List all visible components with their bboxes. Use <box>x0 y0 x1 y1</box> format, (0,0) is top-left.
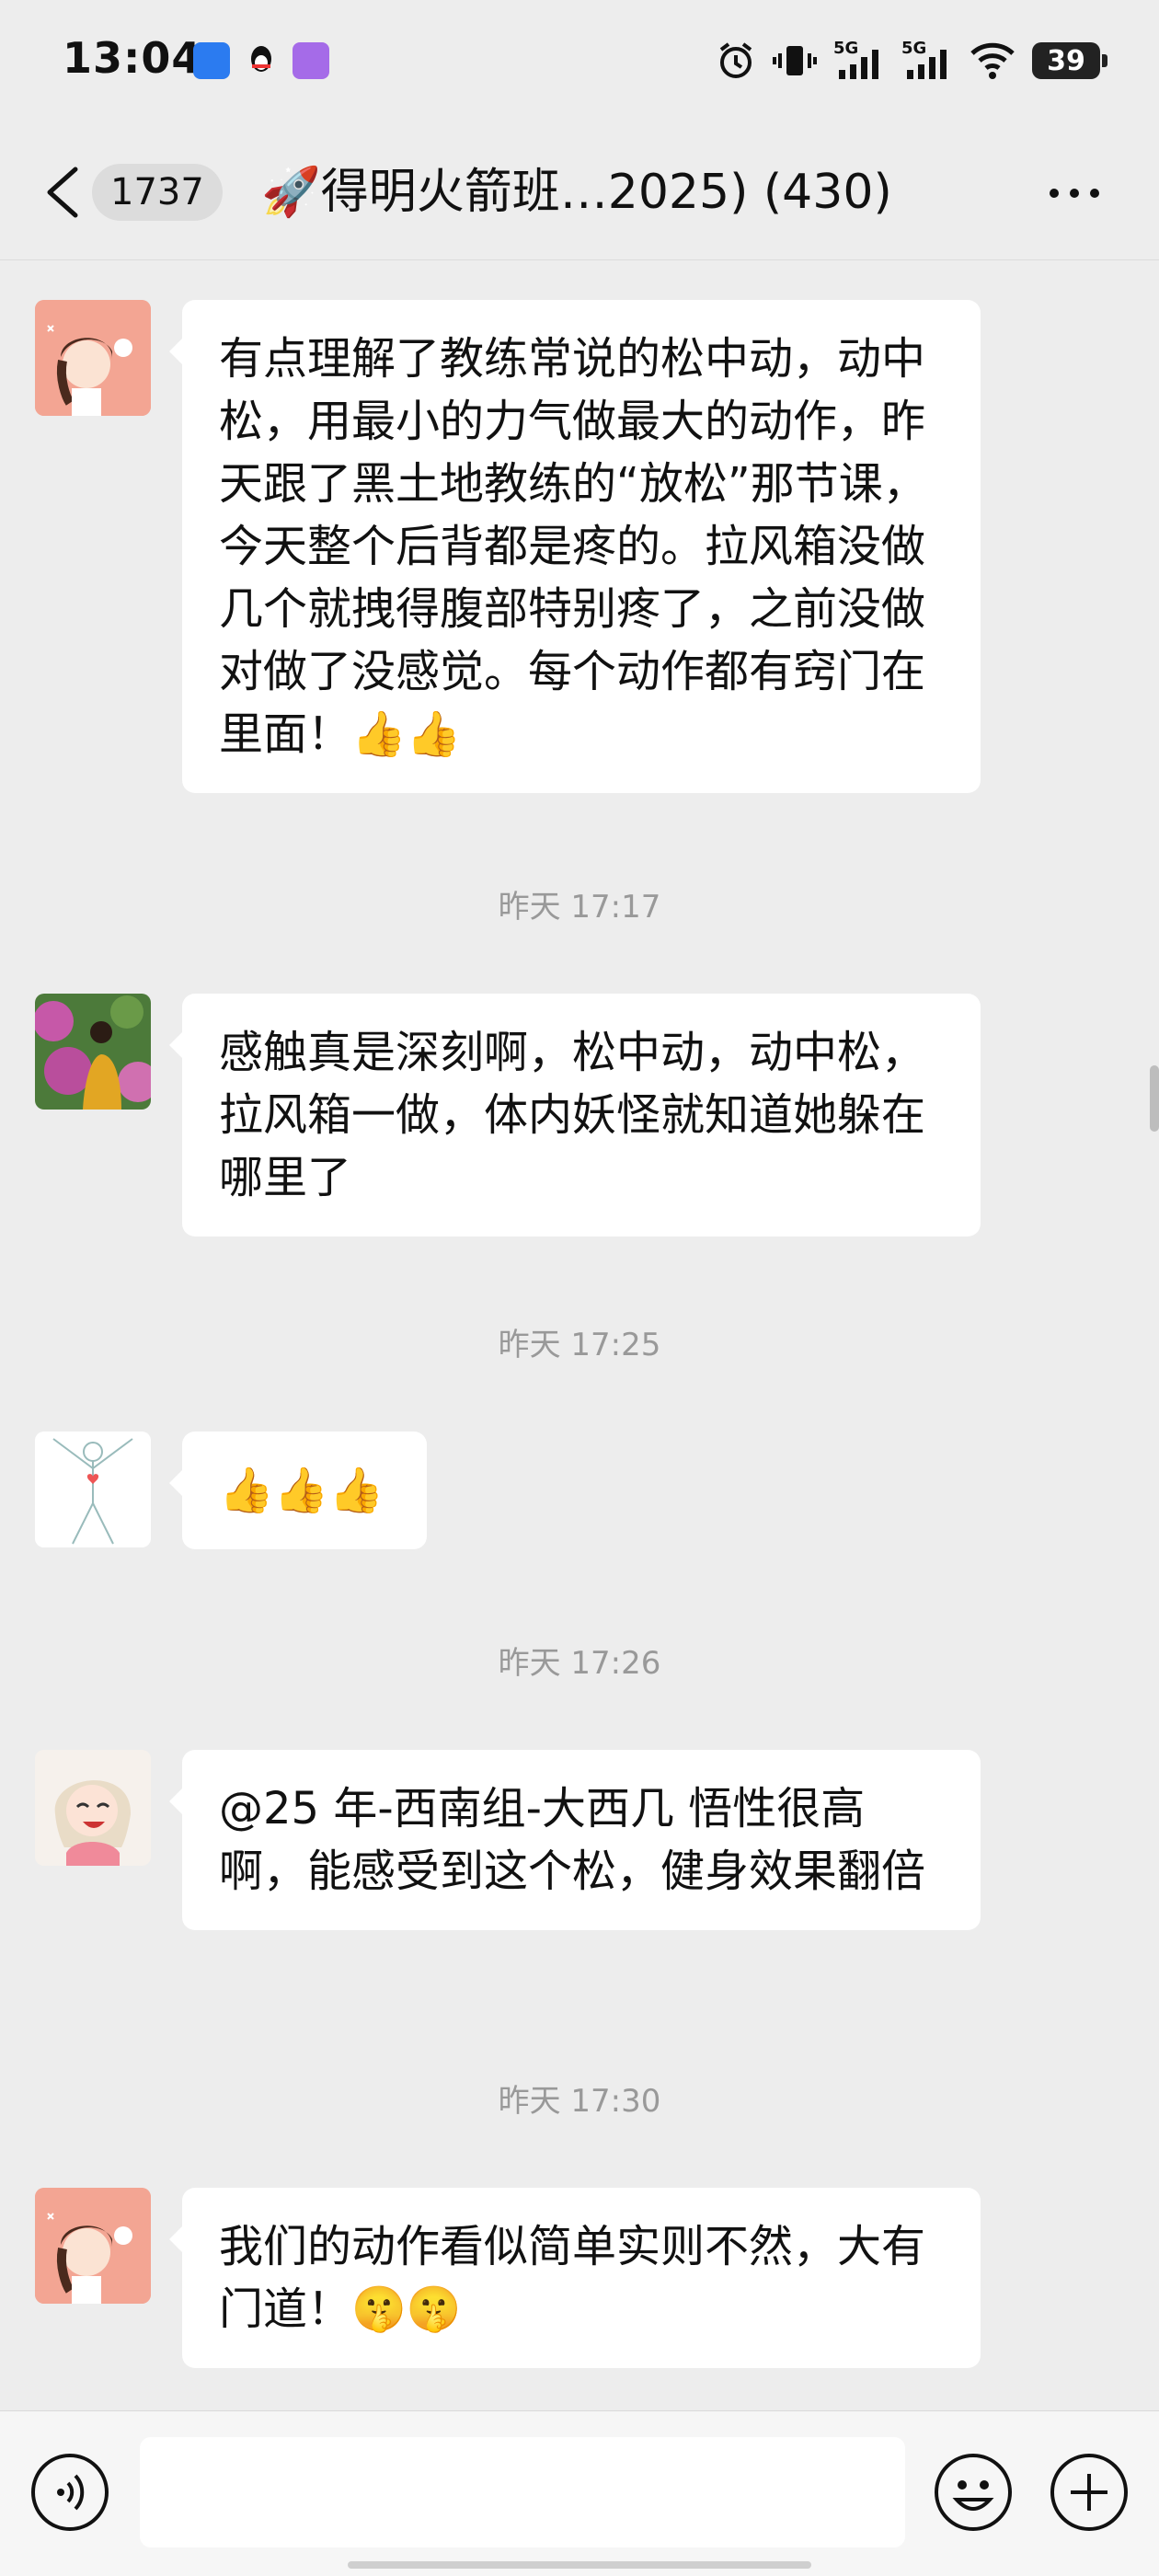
message-app-icon <box>193 42 230 79</box>
message-bubble[interactable]: 感触真是深刻啊，松中动，动中松，拉风箱一做，体内妖怪就知道她躲在哪里了 <box>169 994 981 1236</box>
battery-indicator: 39 <box>1032 42 1107 79</box>
avatar[interactable] <box>35 2188 151 2304</box>
sketch-avatar <box>35 1432 151 1547</box>
avatar[interactable] <box>35 994 151 1110</box>
signal-icon <box>839 50 878 79</box>
plus-icon <box>1050 2454 1128 2531</box>
more-dots-icon <box>1050 189 1099 198</box>
message-timestamp: 昨天 17:30 <box>498 2083 661 2120</box>
photo-avatar <box>35 994 151 1110</box>
message-bubble[interactable]: @25 年-西南组-大西几 悟性很高啊，能感受到这个松，健身效果翻倍 <box>169 1750 981 1930</box>
back-button[interactable] <box>37 162 92 223</box>
plus-button[interactable] <box>1049 2452 1130 2533</box>
unread-count-badge[interactable]: 1737 <box>92 164 223 221</box>
cartoon-girl-avatar <box>35 300 151 416</box>
signal-icon <box>907 50 947 79</box>
message-bubble[interactable]: 👍👍👍 <box>169 1432 427 1549</box>
message-bubble[interactable]: 有点理解了教练常说的松中动，动中松，用最小的力气做最大的动作，昨天跟了黑土地教练… <box>169 300 981 793</box>
input-bar <box>0 2410 1159 2576</box>
message-text: 👍👍👍 <box>219 1465 384 1516</box>
anime-girl-avatar <box>35 1750 151 1866</box>
chat-header: 1737 🚀得明火箭班…2025) (430) <box>0 125 1159 260</box>
status-indicators: 5G 5G 39 <box>716 33 1107 88</box>
message-text: 我们的动作看似简单实则不然，大有门道！🤫🤫 <box>219 2221 926 2335</box>
vibrate-icon <box>773 46 817 75</box>
chevron-left-icon <box>47 167 78 218</box>
chat-title: 🚀得明火箭班…2025) (430) <box>261 165 892 220</box>
alarm-icon <box>719 42 752 78</box>
message-text: @25 年-西南组-大西几 悟性很高啊，能感受到这个松，健身效果翻倍 <box>219 1783 926 1897</box>
avatar[interactable] <box>35 1750 151 1866</box>
signal-2: 5G <box>901 40 953 81</box>
message-text: 有点理解了教练常说的松中动，动中松，用最小的力气做最大的动作，昨天跟了黑土地教练… <box>219 333 927 760</box>
emoji-button[interactable] <box>933 2452 1014 2533</box>
status-time: 13:04 <box>63 33 202 83</box>
chat-screen: 13:04 5G 5G 39 1737 🚀得明火箭班…2025) (430) 有… <box>0 0 1159 2576</box>
home-indicator[interactable] <box>348 2561 811 2569</box>
app-icon <box>293 42 329 79</box>
message-timestamp: 昨天 17:25 <box>498 1327 661 1363</box>
avatar[interactable] <box>35 1432 151 1547</box>
smile-icon <box>935 2454 1012 2531</box>
scrollbar-thumb[interactable] <box>1150 1065 1159 1132</box>
qq-icon <box>243 42 280 79</box>
cartoon-girl-avatar <box>35 2188 151 2304</box>
message-bubble[interactable]: 我们的动作看似简单实则不然，大有门道！🤫🤫 <box>169 2188 981 2368</box>
voice-icon <box>31 2454 109 2531</box>
voice-button[interactable] <box>29 2452 110 2533</box>
message-text: 感触真是深刻啊，松中动，动中松，拉风箱一做，体内妖怪就知道她躲在哪里了 <box>219 1027 926 1203</box>
more-button[interactable] <box>1045 175 1104 212</box>
avatar[interactable] <box>35 300 151 416</box>
message-input[interactable] <box>140 2437 905 2547</box>
status-bar: 13:04 5G 5G 39 <box>0 0 1159 125</box>
message-timestamp: 昨天 17:26 <box>498 1645 661 1682</box>
signal-1: 5G <box>833 40 885 81</box>
message-timestamp: 昨天 17:17 <box>498 889 661 926</box>
wifi-icon <box>970 42 1015 79</box>
